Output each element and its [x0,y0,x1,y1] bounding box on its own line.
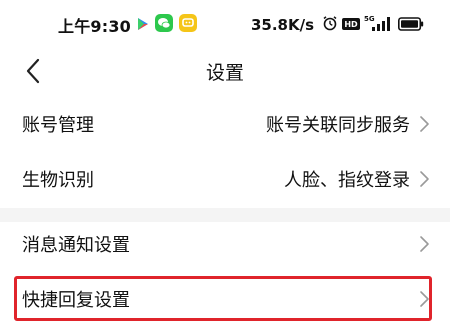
net-speed: 35.8K/s [250,16,314,34]
row-label: 生物识别 [22,170,94,191]
alarm-icon [322,15,338,35]
row-label: 快捷回复设置 [22,290,130,311]
status-time: 上午9:30 [58,17,131,36]
settings-row-quick-reply[interactable]: 快捷回复设置 [0,278,450,318]
chevron-right-icon [420,236,429,252]
row-value: 账号关联同步服务 [266,115,410,136]
hd-label: HD [344,20,358,29]
section-divider [0,208,450,222]
status-right: 35.8K/s HD 5G [251,14,424,36]
row-value: 人脸、指纹登录 [284,170,410,191]
wechat-icon [155,14,173,36]
status-left: 上午9:30 [58,14,197,36]
settings-row-account[interactable]: 账号管理 账号关联同步服务 [0,103,450,143]
hd-icon: HD [342,16,360,35]
settings-screen: 上午9:30 35.8K/s HD 5G 设置 账号管理 账号关联同步服务 生物… [0,0,450,334]
settings-row-biometrics[interactable]: 生物识别 人脸、指纹登录 [0,158,450,198]
row-label: 账号管理 [22,115,94,136]
signal-5g-icon: 5G [364,14,394,36]
chevron-right-icon [420,171,429,187]
row-label: 消息通知设置 [22,235,130,256]
settings-row-notifications[interactable]: 消息通知设置 [0,223,450,263]
header: 设置 [0,50,450,92]
chat-app-icon [179,14,197,36]
status-bar: 上午9:30 35.8K/s HD 5G [0,0,450,50]
page-title: 设置 [205,62,244,84]
battery-icon [398,16,424,35]
chevron-right-icon [420,291,429,307]
chevron-right-icon [420,116,429,132]
network-label: 5G [364,15,375,23]
play-store-icon [137,16,149,35]
